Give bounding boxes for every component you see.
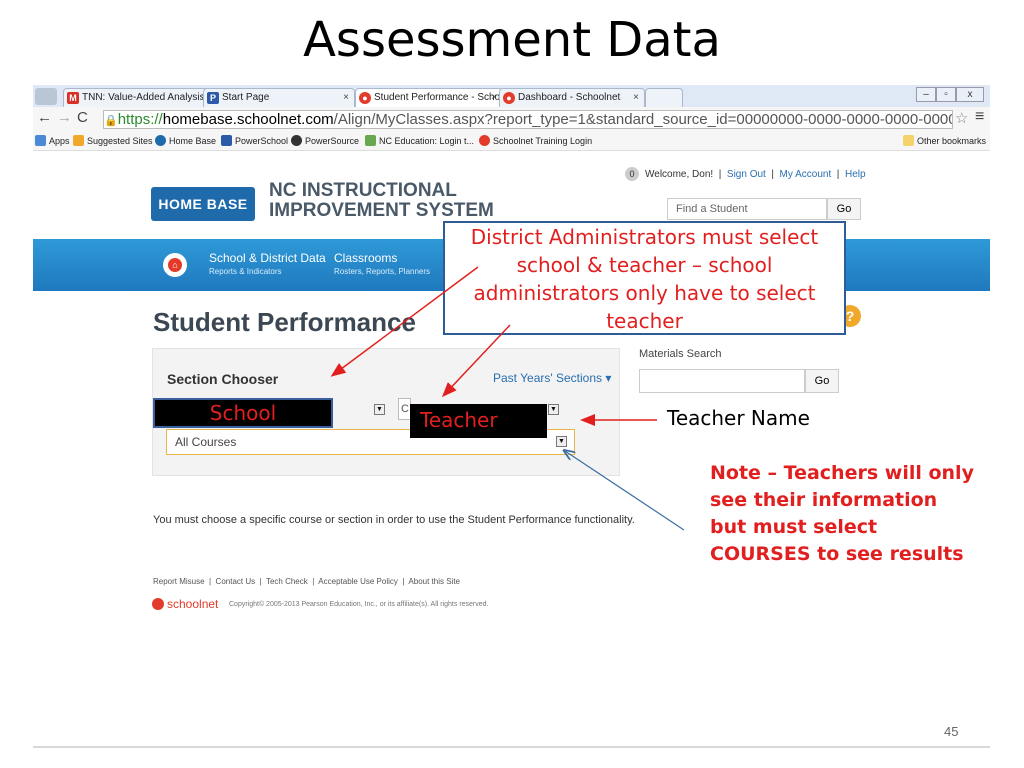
annotation-arrows: [330, 266, 685, 531]
arrow-to-courses: [565, 451, 685, 531]
slide-number: 45: [944, 724, 959, 739]
slide-divider: [33, 746, 990, 748]
arrow-to-teacher: [441, 324, 511, 398]
arrow-to-school: [330, 266, 479, 377]
